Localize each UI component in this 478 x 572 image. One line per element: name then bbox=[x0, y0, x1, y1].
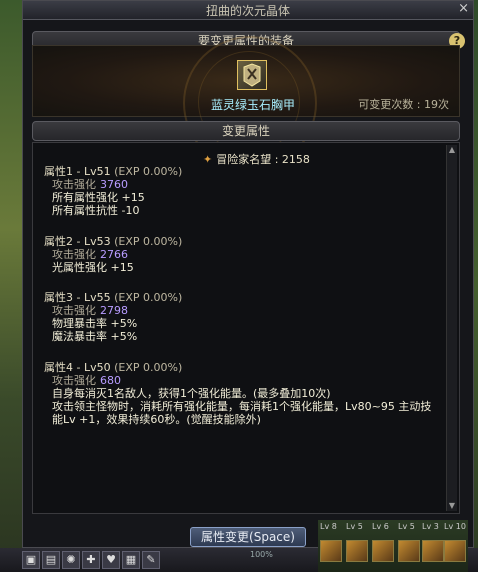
attribute-list: ✦ 冒险家名望 : 2158 属性1 - Lv51 (EXP 0.00%) 攻击强… bbox=[32, 142, 460, 514]
attribute-title: 属性3 - Lv55 bbox=[44, 291, 111, 304]
quick-slot[interactable]: ▦ bbox=[122, 551, 140, 569]
attribute-scrollbar[interactable]: ▲ ▼ bbox=[446, 145, 457, 511]
quick-slot[interactable]: ✺ bbox=[62, 551, 80, 569]
chest-armor-icon[interactable] bbox=[237, 60, 267, 90]
attack-enhance-value: 680 bbox=[100, 374, 121, 387]
attack-enhance-label: 攻击强化 bbox=[52, 304, 96, 317]
skill-icon[interactable] bbox=[444, 540, 466, 562]
attribute-effect: 光属性强化 +15 bbox=[52, 261, 134, 274]
attribute-effect: 物理暴击率 +5% bbox=[52, 317, 138, 330]
attack-enhance-label: 攻击强化 bbox=[52, 374, 96, 387]
attribute-option-1[interactable]: 属性1 - Lv51 (EXP 0.00%) 攻击强化 3760 所有属性强化 +… bbox=[44, 165, 182, 217]
skill-icon[interactable] bbox=[346, 540, 368, 562]
quick-slot[interactable]: ✎ bbox=[142, 551, 160, 569]
attribute-effect: 所有属性强化 +15 bbox=[52, 191, 145, 204]
skill-level: Lv 10 bbox=[444, 522, 466, 531]
attribute-effect: 自身每消灭1名敌人，获得1个强化能量。(最多叠加10次) bbox=[52, 387, 331, 400]
dimension-crystal-window: 扭曲的次元晶体 × 要变更属性的装备 ? 蓝灵绿玉石胸甲 可变更次数 : 19次… bbox=[22, 0, 474, 548]
scroll-down-icon[interactable]: ▼ bbox=[447, 501, 457, 511]
skill-level: Lv 6 bbox=[372, 522, 389, 531]
skill-level: Lv 5 bbox=[346, 522, 363, 531]
skill-level: Lv 8 bbox=[320, 522, 337, 531]
adventurer-fame: ✦ 冒险家名望 : 2158 bbox=[203, 151, 310, 167]
quick-slot[interactable]: ♥ bbox=[102, 551, 120, 569]
change-attribute-button[interactable]: 属性变更(Space) bbox=[190, 527, 306, 547]
change-section-title: 变更属性 bbox=[221, 124, 270, 138]
attribute-effect: 所有属性抗性 -10 bbox=[52, 204, 140, 217]
close-icon[interactable]: × bbox=[458, 1, 469, 16]
skill-icon[interactable] bbox=[422, 540, 444, 562]
attribute-exp: (EXP 0.00%) bbox=[114, 235, 183, 248]
skill-level: Lv 3 bbox=[422, 522, 439, 531]
attribute-exp: (EXP 0.00%) bbox=[114, 291, 183, 304]
attribute-effect: 攻击领主怪物时，消耗所有强化能量，每消耗1个强化能量，Lv80~95 主动技 bbox=[52, 400, 432, 413]
skill-icon[interactable] bbox=[372, 540, 394, 562]
attribute-title: 属性1 - Lv51 bbox=[44, 165, 111, 178]
attribute-effect: 魔法暴击率 +5% bbox=[52, 330, 138, 343]
skill-icon[interactable] bbox=[398, 540, 420, 562]
scroll-up-icon[interactable]: ▲ bbox=[447, 145, 457, 155]
attack-enhance-label: 攻击强化 bbox=[52, 178, 96, 191]
quick-slot[interactable]: ✚ bbox=[82, 551, 100, 569]
quick-slot[interactable]: ▣ bbox=[22, 551, 40, 569]
remaining-changes: 可变更次数 : 19次 bbox=[358, 98, 449, 111]
attack-enhance-label: 攻击强化 bbox=[52, 248, 96, 261]
attack-enhance-value: 3760 bbox=[100, 178, 128, 191]
attribute-effect: 能Lv +1，效果持续60秒。(觉醒技能除外) bbox=[52, 413, 261, 426]
window-titlebar[interactable]: 扭曲的次元晶体 × bbox=[23, 1, 473, 20]
armor-glyph-icon bbox=[243, 63, 261, 87]
attribute-option-4[interactable]: 属性4 - Lv50 (EXP 0.00%) 攻击强化 680 自身每消灭1名敌人… bbox=[44, 361, 431, 426]
attack-enhance-value: 2798 bbox=[100, 304, 128, 317]
item-name: 蓝灵绿玉石胸甲 bbox=[210, 98, 295, 112]
change-section-header: 变更属性 bbox=[32, 121, 460, 141]
skill-bar: Lv 8 Lv 5 Lv 6 Lv 5 Lv 3 Lv 10 bbox=[318, 520, 468, 572]
skill-level: Lv 5 bbox=[398, 522, 415, 531]
attribute-option-2[interactable]: 属性2 - Lv53 (EXP 0.00%) 攻击强化 2766 光属性强化 +1… bbox=[44, 235, 182, 274]
attack-enhance-value: 2766 bbox=[100, 248, 128, 261]
attribute-option-3[interactable]: 属性3 - Lv55 (EXP 0.00%) 攻击强化 2798 物理暴击率 +5… bbox=[44, 291, 182, 343]
equipment-display: 蓝灵绿玉石胸甲 可变更次数 : 19次 bbox=[32, 36, 460, 170]
fame-medal-icon: ✦ bbox=[203, 153, 213, 166]
attribute-title: 属性2 - Lv53 bbox=[44, 235, 111, 248]
attribute-title: 属性4 - Lv50 bbox=[44, 361, 111, 374]
attribute-exp: (EXP 0.00%) bbox=[114, 361, 183, 374]
attribute-exp: (EXP 0.00%) bbox=[114, 165, 183, 178]
window-title: 扭曲的次元晶体 bbox=[205, 4, 290, 18]
fame-text: 冒险家名望 : 2158 bbox=[216, 153, 310, 166]
quick-slot[interactable]: ▤ bbox=[42, 551, 60, 569]
hp-percent: 100% bbox=[250, 550, 273, 559]
skill-icon[interactable] bbox=[320, 540, 342, 562]
